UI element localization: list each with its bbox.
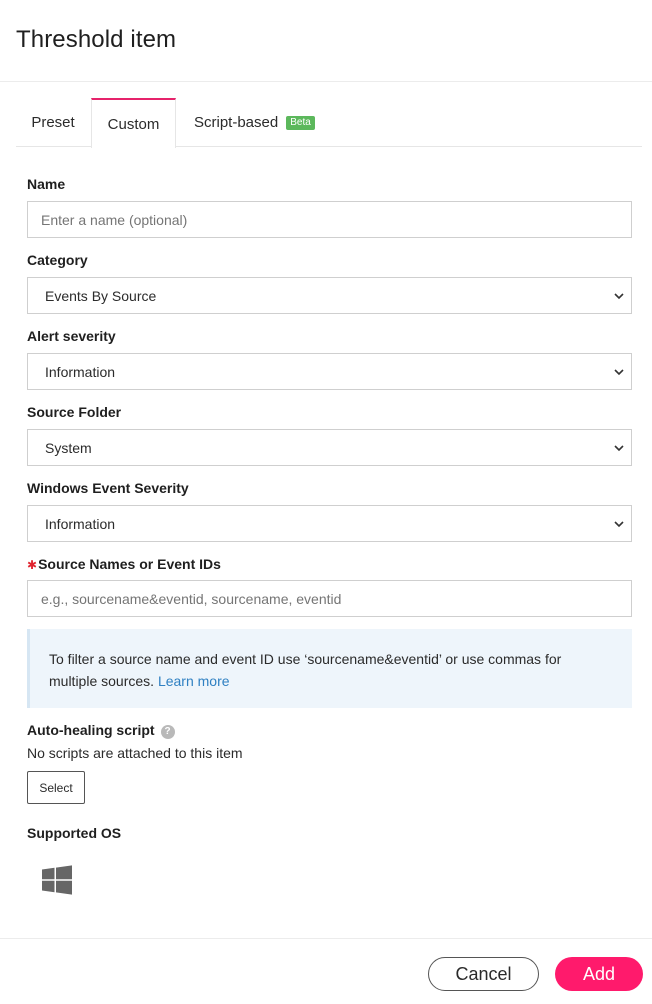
info-text: To filter a source name and event ID use… [49,651,562,689]
name-label: Name [27,176,66,192]
auto-healing-label: Auto-healing script? [27,722,175,739]
windows-event-severity-select[interactable]: Information [27,505,632,542]
alert-severity-label: Alert severity [27,328,116,344]
chevron-down-icon [614,521,624,528]
dialog-footer: Cancel Add [0,938,652,1004]
name-input[interactable] [27,201,632,238]
supported-os-label: Supported OS [27,825,122,841]
windows-event-severity-label: Windows Event Severity [27,480,189,496]
source-folder-label: Source Folder [27,404,122,420]
chevron-down-icon [614,369,624,376]
dialog-header: Threshold item [0,0,652,82]
info-box: To filter a source name and event ID use… [27,629,632,708]
tab-custom-label: Custom [107,115,160,133]
source-names-label-text: Source Names or Event IDs [38,556,221,572]
category-label: Category [27,252,88,268]
add-button[interactable]: Add [555,957,643,991]
cancel-button[interactable]: Cancel [428,957,539,991]
category-select[interactable]: Events By Source [27,277,632,314]
question-circle-icon[interactable]: ? [160,725,175,739]
source-names-input[interactable] [27,580,632,617]
select-script-button[interactable]: Select [27,771,85,804]
chevron-down-icon [614,293,624,300]
auto-healing-label-text: Auto-healing script [27,722,155,738]
source-names-label: ✱Source Names or Event IDs [27,556,221,572]
required-marker: ✱ [27,558,38,572]
learn-more-link[interactable]: Learn more [158,673,230,689]
beta-badge: Beta [286,115,315,130]
tab-custom[interactable]: Custom [91,98,176,148]
source-folder-select[interactable]: System [27,429,632,466]
category-value: Events By Source [45,287,157,304]
tab-bar: Preset Custom Script-based Beta [16,98,642,148]
tab-preset[interactable]: Preset [16,98,90,147]
windows-icon [42,865,72,895]
alert-severity-value: Information [45,363,116,380]
source-folder-value: System [45,439,92,456]
chevron-down-icon [614,445,624,452]
windows-event-severity-value: Information [45,515,116,532]
tab-script-based-label: Script-based [194,114,279,131]
auto-healing-note: No scripts are attached to this item [27,745,243,761]
alert-severity-select[interactable]: Information [27,353,632,390]
tab-script-based[interactable]: Script-based Beta [176,98,336,147]
tab-preset-label: Preset [31,114,75,131]
dialog-title: Threshold item [16,26,177,53]
